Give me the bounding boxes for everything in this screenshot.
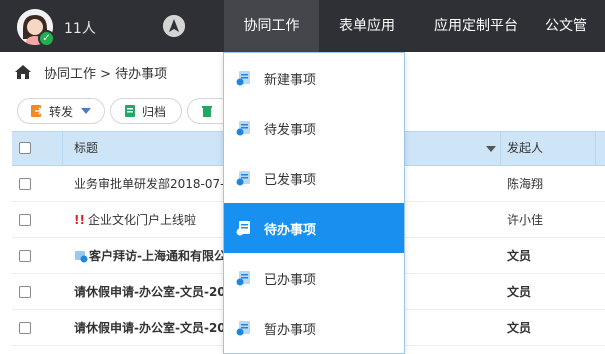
- collaboration-dropdown-menu: 新建事项 待发事项 已发事项 待办事项 已办事项 暂办事项: [223, 52, 405, 354]
- forward-icon: [31, 105, 44, 117]
- row-title-wrap[interactable]: !! 企业文化门户上线啦: [74, 202, 224, 238]
- archive-label: 归档: [142, 104, 167, 119]
- row-title[interactable]: 请休假申请-办公室-文员-20: [74, 274, 224, 310]
- column-divider: [500, 132, 501, 165]
- column-header-initiator[interactable]: 发起人: [507, 132, 543, 165]
- nav-collaboration[interactable]: 协同工作: [224, 0, 319, 52]
- task-list-icon: [236, 321, 250, 336]
- column-divider: [595, 132, 596, 165]
- row-title: 客户拜访-上海通和有限公: [89, 249, 224, 263]
- nav-app-customization[interactable]: 应用定制平台: [420, 0, 532, 52]
- task-list-icon: [236, 271, 250, 286]
- nav-documents[interactable]: 公文管: [545, 0, 605, 52]
- row-initiator: 文员: [507, 285, 532, 299]
- menu-item-done[interactable]: 已办事项: [224, 253, 404, 303]
- row-checkbox[interactable]: [19, 250, 31, 262]
- forward-button[interactable]: 转发: [17, 98, 105, 124]
- task-list-icon: [236, 71, 250, 86]
- row-initiator: 文员: [507, 249, 532, 263]
- row-initiator: 陈海翔: [507, 177, 544, 191]
- row-checkbox[interactable]: [19, 178, 31, 190]
- row-title: 企业文化门户上线啦: [87, 213, 196, 227]
- compass-icon[interactable]: [163, 15, 185, 37]
- row-initiator: 许小佳: [507, 213, 544, 227]
- top-navigation-bar: ✓ 11人 协同工作 表单应用 应用定制平台 公文管: [0, 0, 605, 52]
- task-list-icon: [236, 121, 250, 136]
- chevron-down-icon: [81, 108, 92, 114]
- breadcrumb-text[interactable]: 协同工作 > 待办事项: [44, 63, 167, 82]
- online-check-icon: ✓: [38, 30, 55, 47]
- row-title[interactable]: 请休假申请-办公室-文员-20: [74, 310, 224, 346]
- menu-item-label: 已办事项: [264, 272, 317, 288]
- row-checkbox[interactable]: [19, 214, 31, 226]
- column-divider: [62, 132, 63, 165]
- trash-icon: [202, 106, 212, 117]
- menu-item-label: 暂办事项: [264, 322, 317, 338]
- row-initiator: 文员: [507, 321, 532, 335]
- menu-item-new[interactable]: 新建事项: [224, 53, 404, 103]
- row-title-wrap[interactable]: 客户拜访-上海通和有限公: [74, 238, 224, 274]
- select-all-checkbox[interactable]: [19, 142, 31, 154]
- archive-icon: [125, 105, 135, 117]
- breadcrumb: 协同工作 > 待办事项: [14, 62, 167, 82]
- process-icon: [75, 251, 88, 263]
- row-checkbox[interactable]: [19, 286, 31, 298]
- forward-label: 转发: [49, 104, 74, 119]
- menu-item-label: 待办事项: [264, 222, 317, 238]
- task-list-icon: [236, 221, 250, 236]
- nav-form-apps[interactable]: 表单应用: [324, 0, 410, 52]
- priority-flag: !!: [74, 213, 85, 227]
- menu-item-sent[interactable]: 已发事项: [224, 153, 404, 203]
- column-header-title[interactable]: 标题: [74, 132, 98, 165]
- archive-button[interactable]: 归档: [110, 98, 182, 124]
- sort-arrow-icon[interactable]: [486, 146, 496, 152]
- menu-item-pending-send[interactable]: 待发事项: [224, 103, 404, 153]
- user-count[interactable]: 11人: [64, 18, 96, 38]
- menu-item-hold[interactable]: 暂办事项: [224, 303, 404, 353]
- row-checkbox[interactable]: [19, 322, 31, 334]
- row-title[interactable]: 业务审批单研发部2018-07-: [74, 166, 224, 202]
- home-icon[interactable]: [14, 64, 32, 80]
- menu-item-todo[interactable]: 待办事项: [224, 203, 404, 253]
- menu-item-label: 新建事项: [264, 72, 317, 88]
- task-list-icon: [236, 171, 250, 186]
- menu-item-label: 待发事项: [264, 122, 317, 138]
- menu-item-label: 已发事项: [264, 172, 317, 188]
